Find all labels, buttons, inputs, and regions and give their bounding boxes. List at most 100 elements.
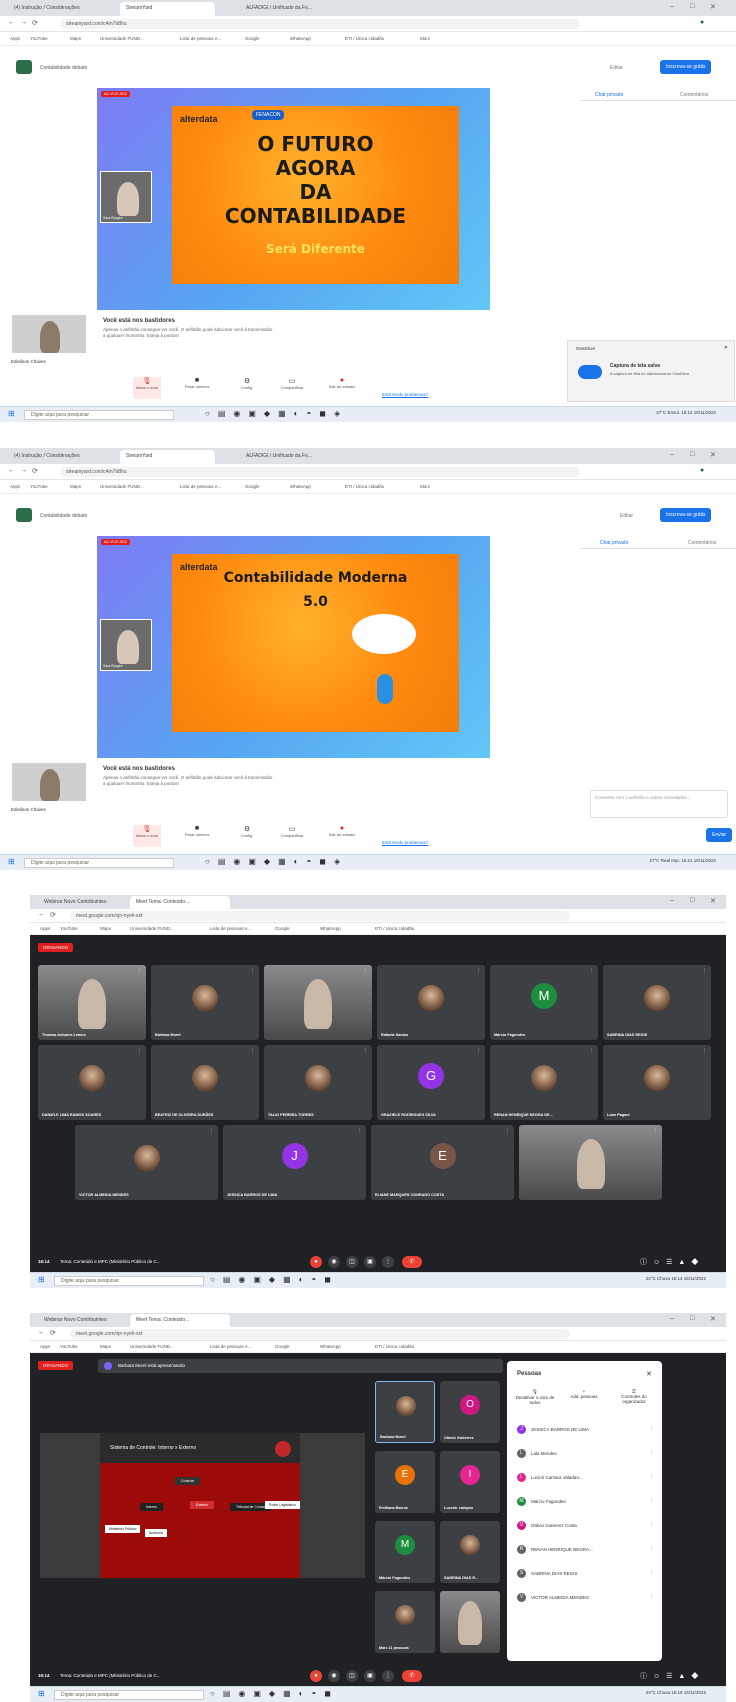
participant-tile[interactable]: E ⋮ ELIANE MARQUES CONRADO COSTA [371, 1125, 514, 1200]
bookmark[interactable]: ETI / Unica cidadão [345, 484, 384, 489]
participant-tile[interactable]: ⋮ Thomaz Antunes Lemos [38, 965, 146, 1040]
taskbar-apps-icon[interactable]: ○▤◉▣◆▦◐◓◼ [210, 1689, 339, 1698]
settings-button[interactable]: ⚙ Config. [233, 377, 261, 390]
more-options-icon[interactable]: ⋮ [382, 1670, 394, 1682]
participant-tile[interactable]: ⋮ DANIELE LIMA RAMOS SOARES [38, 1045, 146, 1120]
present-icon[interactable]: ▣ [364, 1670, 376, 1682]
close-icon[interactable]: ✕ [724, 345, 728, 351]
mic-off-icon[interactable]: ⋮ [649, 1498, 654, 1504]
participant-tile[interactable]: E Emiliana Barros [375, 1451, 435, 1513]
mic-off-icon[interactable]: ⋮ [649, 1594, 654, 1600]
windows-start-icon[interactable]: ⊞ [38, 1275, 45, 1284]
people-list-item[interactable]: O Otávio Gutierrez Costa ⋮ [517, 1519, 654, 1533]
add-people-button[interactable]: + Add. pessoas [564, 1389, 604, 1399]
share-button[interactable]: ▭ Compartilhar [278, 825, 306, 838]
bookmark[interactable]: Google [275, 1344, 290, 1349]
reload-icon[interactable]: ⟳ [32, 19, 38, 27]
back-icon[interactable]: ← [8, 467, 15, 474]
mic-off-icon[interactable]: ⋮ [649, 1474, 654, 1480]
stop-camera-button[interactable]: ■ Parar câmera [183, 825, 211, 837]
maximize-icon[interactable]: □ [690, 451, 694, 458]
minimize-icon[interactable]: – [670, 451, 674, 458]
participant-tile[interactable] [440, 1591, 500, 1653]
taskbar-apps-icon[interactable]: ○▤◉▣◆▦◐◓◼ [210, 1275, 339, 1284]
people-list-item[interactable]: L Lucinir Camara Valadan... ⋮ [517, 1471, 654, 1485]
mute-all-button[interactable]: 🎙 Desativar o som de todos [515, 1389, 555, 1405]
unmute-button[interactable]: 🎙 Ativar o som [133, 377, 161, 399]
browser-tab-active[interactable]: Meet Tema: Conteúdo... [130, 896, 230, 909]
participant-tile[interactable]: ⋮ [264, 965, 372, 1040]
settings-button[interactable]: ⚙ Config. [233, 825, 261, 838]
participant-tile[interactable]: O Otávio Gutierrez [440, 1381, 500, 1443]
edit-button[interactable]: Editar [610, 65, 623, 71]
participant-tile[interactable]: J ⋮ JESSICA BARROS DE LIMA [223, 1125, 366, 1200]
browser-tab[interactable]: ALFADIGI / Unificado da Fo... [240, 450, 360, 464]
bookmark[interactable]: WhatsApp [290, 36, 311, 41]
hang-up-button[interactable]: ✆ [402, 1670, 422, 1682]
send-button[interactable]: Enviar [706, 828, 733, 842]
help-link[interactable]: Está tendo problemas? [382, 392, 428, 397]
mic-off-icon[interactable]: ⋮ [649, 1546, 654, 1552]
windows-start-icon[interactable]: ⊞ [8, 409, 15, 418]
taskbar-apps-icon[interactable]: ○▤◉▣◆▦◐◓◼◈ [205, 409, 348, 418]
onedrive-toast[interactable]: OneDrive Captura de tela salva A captura… [567, 340, 735, 402]
minimize-icon[interactable]: – [670, 1315, 674, 1322]
browser-tab[interactable]: (4) Instrução / Considerações [8, 450, 118, 464]
bookmark[interactable]: ETI / Unica cidadão [345, 36, 384, 41]
forward-icon[interactable]: → [20, 467, 27, 474]
unmute-button[interactable]: 🎙 Ativar o som [133, 825, 161, 847]
taskbar-search[interactable]: Digite aqui para pesquisar [24, 858, 174, 868]
close-icon[interactable]: ✕ [710, 451, 716, 459]
leave-studio-button[interactable]: ● Sair do estúdio [328, 377, 356, 389]
browser-tab[interactable]: Webinar Novo Contribuintes [38, 1314, 128, 1327]
people-list-item[interactable]: J JESSICA BARROS DE LIMA ⋮ [517, 1423, 654, 1437]
participant-tile[interactable]: ⋮ SABRINA DIAS REGIS [603, 965, 711, 1040]
participant-tile[interactable]: M ⋮ Márcio Fagundes [490, 965, 598, 1040]
participant-tile[interactable]: Mais 11 pessoas [375, 1591, 435, 1653]
bookmark[interactable]: Universidade FUND... [100, 36, 144, 41]
maximize-icon[interactable]: □ [690, 1315, 694, 1322]
captions-icon[interactable]: ◫ [346, 1670, 358, 1682]
minimize-icon[interactable]: – [670, 3, 674, 10]
participant-tile[interactable]: G ⋮ GRAZIELE RODRIGUES SILVA [377, 1045, 485, 1120]
bookmark[interactable]: YouTube [30, 484, 48, 489]
reload-icon[interactable]: ⟳ [32, 467, 38, 475]
meeting-side-icons[interactable]: ⓘ☺☰▲◆ [640, 1671, 704, 1681]
mic-off-icon[interactable]: ● [310, 1256, 322, 1268]
bookmark[interactable]: Lista de pessoas e... [210, 1344, 251, 1349]
bookmark[interactable]: Maps [70, 484, 81, 489]
help-link[interactable]: Está tendo problemas? [382, 840, 428, 845]
bookmark[interactable]: Moni [420, 484, 430, 489]
bookmark[interactable]: Maps [100, 926, 111, 931]
bookmark[interactable]: YouTube [60, 1344, 78, 1349]
mic-off-icon[interactable]: ⋮ [649, 1426, 654, 1432]
chat-input[interactable]: Converse com o anfitrião e outros convid… [590, 790, 728, 818]
bookmark[interactable]: YouTube [60, 926, 78, 931]
bookmark[interactable]: ETI / Unica cidadão [375, 1344, 414, 1349]
tab-private-chat[interactable]: Chat privado [595, 92, 623, 98]
tab-private-chat[interactable]: Chat privado [600, 540, 628, 546]
bookmark[interactable]: WhatsApp [290, 484, 311, 489]
leave-studio-button[interactable]: ● Sair do estúdio [328, 825, 356, 837]
minimize-icon[interactable]: – [670, 897, 674, 904]
participant-tile[interactable]: Barbara Murel [375, 1381, 435, 1443]
bookmark[interactable]: Universidade FUND... [100, 484, 144, 489]
bookmark[interactable]: Maps [100, 1344, 111, 1349]
participant-tile[interactable]: ⋮ [519, 1125, 662, 1200]
bookmark[interactable]: YouTube [30, 36, 48, 41]
browser-tab-active[interactable]: StreamYard [120, 2, 215, 16]
bookmark[interactable]: Apps [10, 36, 20, 41]
back-icon[interactable]: ← [8, 19, 15, 26]
host-controls-button[interactable]: ⚿ Controles do organizador [612, 1389, 656, 1404]
taskbar-search[interactable]: Digite aqui para pesquisar [54, 1690, 204, 1700]
mic-off-icon[interactable]: ⋮ [649, 1450, 654, 1456]
people-list-item[interactable]: S SABRINA DIAS REGIS ⋮ [517, 1567, 654, 1581]
profile-icon[interactable]: ● [700, 19, 704, 26]
bookmark[interactable]: Lista de pessoas e... [180, 36, 221, 41]
browser-tab[interactable]: Webinar Novo Contribuintes [38, 896, 128, 909]
reload-icon[interactable]: ⟳ [50, 1329, 56, 1337]
bookmark[interactable]: Apps [40, 926, 50, 931]
mic-off-icon[interactable]: ● [310, 1670, 322, 1682]
browser-tab-active[interactable]: Meet Tema: Conteúdo... [130, 1314, 230, 1327]
participant-tile[interactable]: I Lucenir campos [440, 1451, 500, 1513]
